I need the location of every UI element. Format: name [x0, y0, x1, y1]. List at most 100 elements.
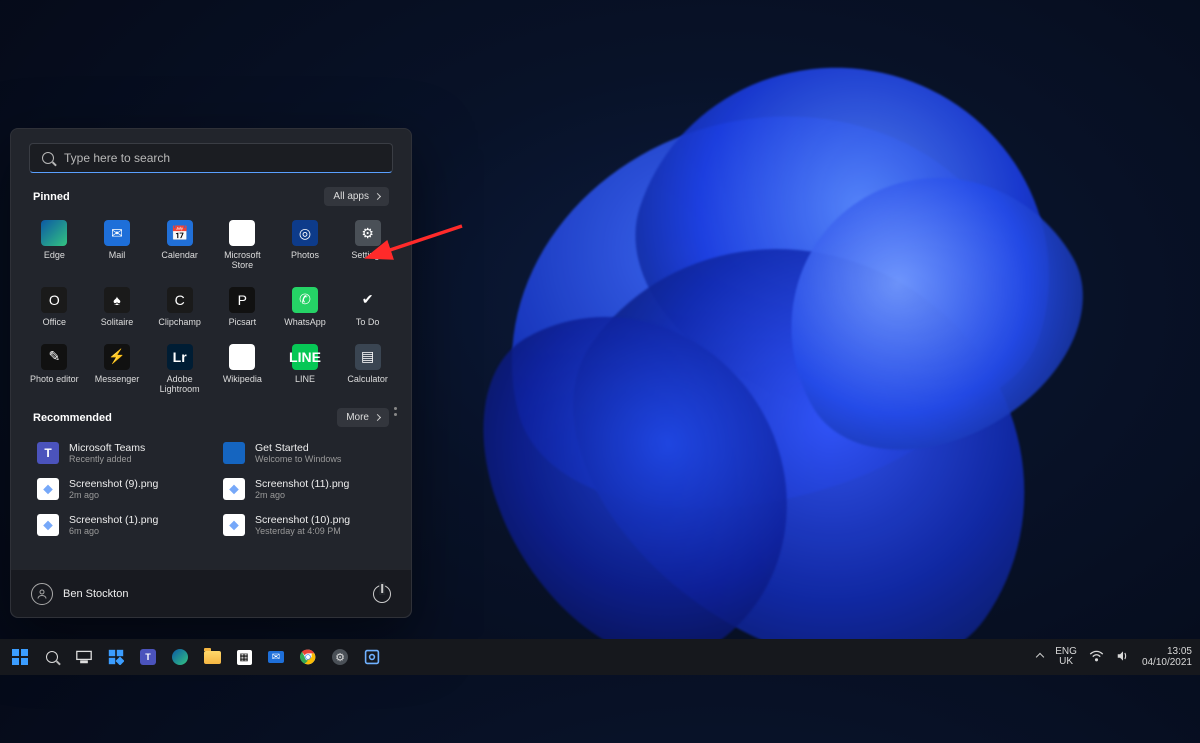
teams-ico: T [37, 442, 59, 464]
app-label: Clipchamp [158, 318, 201, 328]
chevron-right-icon [374, 193, 381, 200]
file-ico [223, 514, 245, 536]
search-input[interactable]: Type here to search [29, 143, 393, 173]
pics-icon: P [229, 287, 255, 313]
chevron-right-icon [374, 414, 381, 421]
app-label: Settings [351, 251, 384, 261]
gear-icon: ⚙ [355, 220, 381, 246]
rec-subtitle: Welcome to Windows [255, 454, 341, 464]
taskbar-task-view-button[interactable] [70, 643, 98, 671]
recommended-item[interactable]: Screenshot (10).png Yesterday at 4:09 PM [219, 511, 389, 539]
photos-icon: ◎ [292, 220, 318, 246]
pinned-app-microsoft-store[interactable]: ▦ Microsoft Store [211, 216, 274, 275]
recommended-item[interactable]: Screenshot (11).png 2m ago [219, 475, 389, 503]
cal-icon: 📅 [167, 220, 193, 246]
pinned-app-whatsapp[interactable]: ✆ WhatsApp [274, 283, 337, 332]
calc-icon: ▤ [355, 344, 381, 370]
taskbar-store-button[interactable]: ▦ [230, 643, 258, 671]
pinned-app-photos[interactable]: ◎ Photos [274, 216, 337, 275]
rec-title: Get Started [255, 442, 341, 454]
app-label: Wikipedia [223, 375, 262, 385]
file-ico [223, 478, 245, 500]
rec-title: Screenshot (11).png [255, 478, 349, 490]
pinned-app-clipchamp[interactable]: C Clipchamp [148, 283, 211, 332]
pinned-app-edge[interactable]: Edge [23, 216, 86, 275]
rec-subtitle: 2m ago [69, 490, 158, 500]
pinned-app-calculator[interactable]: ▤ Calculator [336, 340, 399, 399]
app-label: Microsoft Store [214, 251, 270, 271]
pinned-app-wikipedia[interactable]: W Wikipedia [211, 340, 274, 399]
rec-title: Screenshot (1).png [69, 514, 158, 526]
taskbar-settings-button[interactable]: ⚙ [326, 643, 354, 671]
volume-icon[interactable] [1116, 650, 1130, 665]
taskbar-snip-button[interactable] [358, 643, 386, 671]
rec-title: Screenshot (10).png [255, 514, 350, 526]
file-ico [37, 478, 59, 500]
pinned-app-mail[interactable]: ✉ Mail [86, 216, 149, 275]
pinned-app-line[interactable]: LINE LINE [274, 340, 337, 399]
pinned-grid: Edge✉ Mail📅 Calendar▦ Microsoft Store◎ P… [11, 206, 411, 402]
taskbar-search-button[interactable] [38, 643, 66, 671]
taskbar-file-explorer-button[interactable] [198, 643, 226, 671]
taskbar-mail-button[interactable]: ✉ [262, 643, 290, 671]
power-button[interactable] [373, 585, 391, 603]
app-label: Solitaire [101, 318, 134, 328]
pinned-label: Pinned [33, 191, 70, 203]
app-label: Calculator [347, 375, 388, 385]
pinned-app-settings[interactable]: ⚙ Settings [336, 216, 399, 275]
pinned-app-solitaire[interactable]: ♠ Solitaire [86, 283, 149, 332]
search-placeholder: Type here to search [64, 151, 170, 165]
app-label: Picsart [229, 318, 257, 328]
todo-icon: ✔ [355, 287, 381, 313]
taskbar-teams-button[interactable]: T [134, 643, 162, 671]
taskbar-edge-button[interactable] [166, 643, 194, 671]
taskbar-chrome-button[interactable] [294, 643, 322, 671]
recommended-item[interactable]: Screenshot (1).png 6m ago [33, 511, 203, 539]
office-icon: O [41, 287, 67, 313]
rec-title: Screenshot (9).png [69, 478, 158, 490]
search-icon [42, 152, 54, 164]
sol-icon: ♠ [104, 287, 130, 313]
recommended-label: Recommended [33, 412, 112, 424]
start-menu: Type here to search Pinned All apps Edge… [10, 128, 412, 618]
wiki-icon: W [229, 344, 255, 370]
clock[interactable]: 13:05 04/10/2021 [1142, 646, 1192, 668]
recommended-item[interactable]: T Microsoft Teams Recently added [33, 439, 203, 467]
avatar-icon [31, 583, 53, 605]
pinned-app-adobe-lightroom[interactable]: Lr Adobe Lightroom [148, 340, 211, 399]
recommended-item[interactable]: Get Started Welcome to Windows [219, 439, 389, 467]
pinned-app-picsart[interactable]: P Picsart [211, 283, 274, 332]
page-dots[interactable] [394, 407, 397, 416]
app-label: Messenger [95, 375, 140, 385]
recommended-grid: T Microsoft Teams Recently added Get Sta… [33, 439, 389, 539]
taskbar: T ▦✉ ⚙ ENG UK 13:05 04/10/2021 [0, 639, 1200, 675]
app-label: WhatsApp [284, 318, 326, 328]
pinned-app-to-do[interactable]: ✔ To Do [336, 283, 399, 332]
pinned-app-calendar[interactable]: 📅 Calendar [148, 216, 211, 275]
app-label: Edge [44, 251, 65, 261]
mail-icon: ✉ [104, 220, 130, 246]
wa-icon: ✆ [292, 287, 318, 313]
pinned-app-office[interactable]: O Office [23, 283, 86, 332]
store-icon: ▦ [229, 220, 255, 246]
more-button[interactable]: More [337, 408, 389, 427]
all-apps-button[interactable]: All apps [324, 187, 389, 206]
user-account-button[interactable]: Ben Stockton [31, 583, 128, 605]
language-indicator[interactable]: ENG UK [1055, 647, 1077, 668]
recommended-item[interactable]: Screenshot (9).png 2m ago [33, 475, 203, 503]
pinned-app-photo-editor[interactable]: ✎ Photo editor [23, 340, 86, 399]
msgr-icon: ⚡ [104, 344, 130, 370]
gs-ico [223, 442, 245, 464]
pinned-app-messenger[interactable]: ⚡ Messenger [86, 340, 149, 399]
pe-icon: ✎ [41, 344, 67, 370]
rec-subtitle: 2m ago [255, 490, 349, 500]
rec-subtitle: Yesterday at 4:09 PM [255, 526, 350, 536]
app-label: Photo editor [30, 375, 79, 385]
taskbar-start-button[interactable] [6, 643, 34, 671]
app-label: LINE [295, 375, 315, 385]
taskbar-widgets-button[interactable] [102, 643, 130, 671]
rec-subtitle: 6m ago [69, 526, 158, 536]
wifi-icon[interactable] [1089, 650, 1104, 665]
tray-overflow-button[interactable] [1036, 653, 1044, 661]
app-label: Office [43, 318, 66, 328]
